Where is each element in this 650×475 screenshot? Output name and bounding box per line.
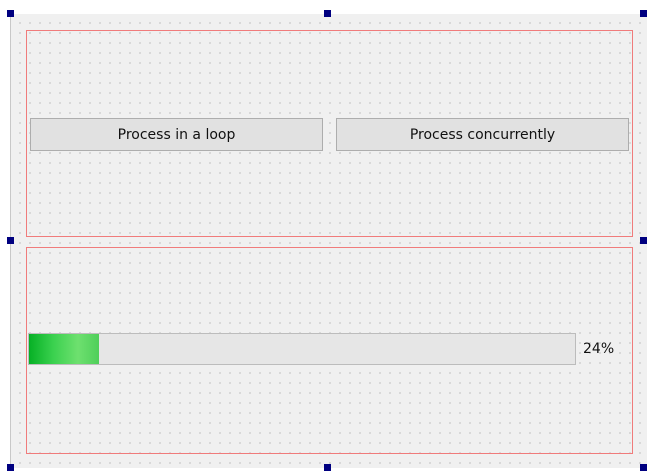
selection-handle-top-left[interactable]: [7, 10, 14, 17]
designer-canvas: Process in a loop Process concurrently 2…: [0, 0, 650, 475]
process-concurrently-button[interactable]: Process concurrently: [336, 118, 629, 151]
selection-handle-middle-left[interactable]: [7, 237, 14, 244]
selection-handle-bottom-left[interactable]: [7, 464, 14, 471]
selection-handle-bottom-middle[interactable]: [324, 464, 331, 471]
progress-bar: [28, 333, 576, 365]
selection-handle-top-right[interactable]: [640, 10, 647, 17]
progress-bar-fill: [29, 334, 100, 364]
progress-percent-label: 24%: [583, 341, 615, 357]
selection-handle-middle-right[interactable]: [640, 237, 647, 244]
selection-handle-bottom-right[interactable]: [640, 464, 647, 471]
process-loop-button[interactable]: Process in a loop: [30, 118, 323, 151]
selection-handle-top-middle[interactable]: [324, 10, 331, 17]
